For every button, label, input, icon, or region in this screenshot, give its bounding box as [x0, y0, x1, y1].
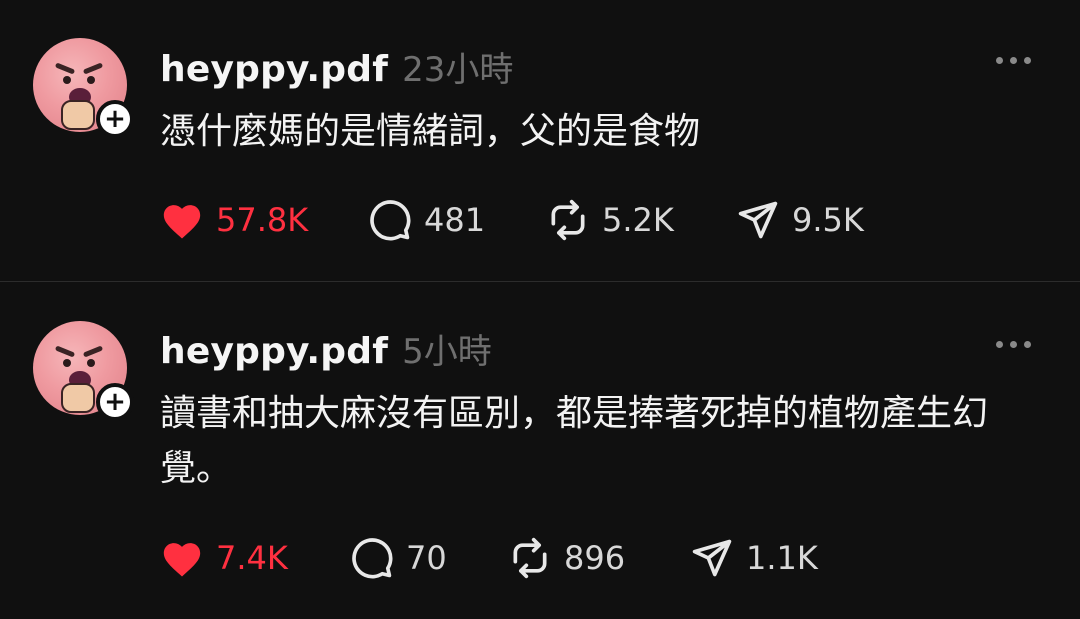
send-icon	[738, 201, 778, 239]
author-line: heyppy.pdf 5小時	[160, 324, 492, 373]
action-bar: 57.8K 481 5.2K 9.5K	[160, 196, 1040, 244]
plus-icon[interactable]: +	[96, 383, 134, 421]
like-count: 7.4K	[216, 539, 288, 577]
send-icon	[692, 539, 732, 577]
timestamp: 23小時	[402, 50, 514, 90]
share-button[interactable]: 9.5K	[736, 196, 864, 244]
like-button[interactable]: 7.4K	[160, 534, 288, 582]
repost-count: 5.2K	[602, 201, 674, 239]
like-count: 57.8K	[216, 201, 309, 239]
avatar-fist	[61, 100, 95, 130]
comment-bubble-icon	[370, 200, 411, 241]
heart-icon	[163, 205, 201, 239]
avatar-brow-right	[82, 345, 104, 358]
username[interactable]: heyppy.pdf	[160, 49, 388, 90]
share-count: 1.1K	[746, 539, 818, 577]
post-text: 讀書和抽大麻沒有區別，都是捧著死掉的植物產生幻覺。	[160, 393, 989, 489]
avatar-eye-right	[87, 359, 95, 367]
thread-feed: + heyppy.pdf 23小時 憑什麼媽的是情緒詞，父的是食物 57.8K	[0, 0, 1080, 619]
reply-count: 70	[406, 539, 447, 577]
post-2[interactable]: + heyppy.pdf 5小時 讀書和抽大麻沒有區別，都是捧著死掉的植物產生幻…	[0, 282, 1080, 619]
dot	[996, 57, 1003, 64]
avatar-fist	[61, 383, 95, 413]
avatar-brow-right	[82, 62, 104, 75]
avatar-eye-left	[63, 359, 71, 367]
post-1[interactable]: + heyppy.pdf 23小時 憑什麼媽的是情緒詞，父的是食物 57.8K	[0, 0, 1080, 281]
timestamp: 5小時	[402, 332, 492, 372]
comment-bubble-icon	[352, 538, 393, 579]
action-bar: 7.4K 70 896 1.1K	[160, 534, 1040, 582]
author-line: heyppy.pdf 23小時	[160, 42, 513, 91]
dot	[1024, 341, 1031, 348]
repost-icon	[551, 199, 585, 241]
avatar-eye-right	[87, 76, 95, 84]
repost-button[interactable]: 5.2K	[546, 196, 674, 244]
dot	[1010, 341, 1017, 348]
post-text: 憑什麼媽的是情緒詞，父的是食物	[160, 111, 701, 152]
repost-count: 896	[564, 539, 626, 577]
avatar-eye-left	[63, 76, 71, 84]
more-dots-icon[interactable]	[996, 341, 1031, 348]
reply-button[interactable]: 481	[368, 196, 485, 244]
like-button[interactable]: 57.8K	[160, 196, 308, 244]
plus-icon[interactable]: +	[96, 100, 134, 138]
share-button[interactable]: 1.1K	[690, 534, 818, 582]
dot	[996, 341, 1003, 348]
repost-icon	[513, 537, 547, 579]
more-dots-icon[interactable]	[996, 57, 1031, 64]
share-count: 9.5K	[792, 201, 864, 239]
heart-icon	[163, 543, 201, 577]
username[interactable]: heyppy.pdf	[160, 331, 388, 372]
dot	[1024, 57, 1031, 64]
reply-button[interactable]: 70	[350, 534, 447, 582]
repost-button[interactable]: 896	[508, 534, 625, 582]
dot	[1010, 57, 1017, 64]
avatar-brow-left	[54, 62, 76, 75]
avatar-brow-left	[54, 345, 76, 358]
reply-count: 481	[424, 201, 486, 239]
